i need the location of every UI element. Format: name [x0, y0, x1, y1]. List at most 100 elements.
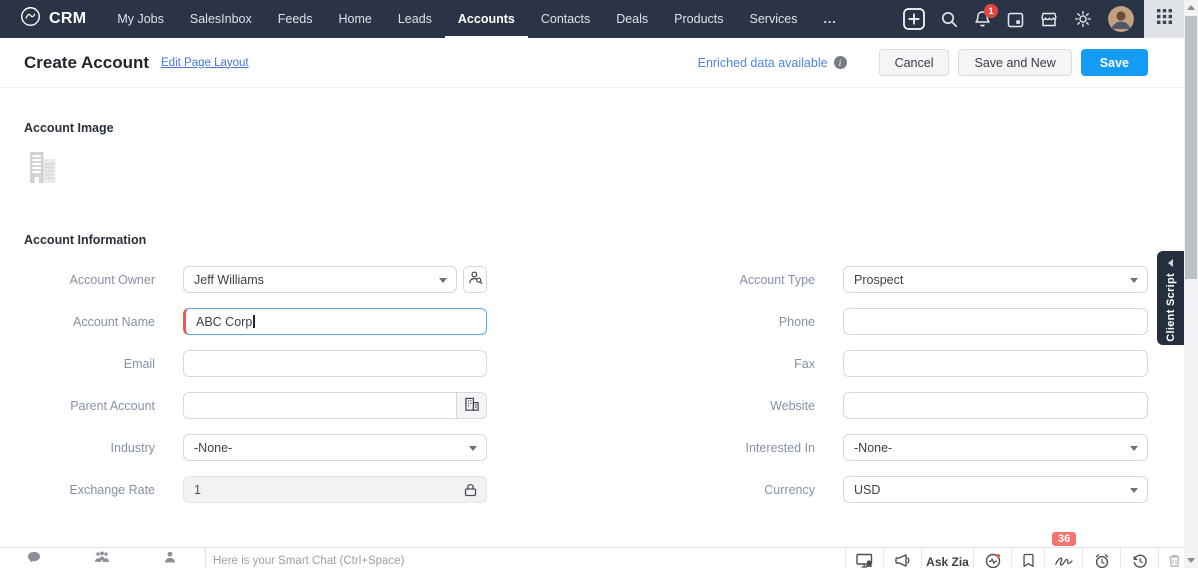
row-industry: Industry -None- [0, 434, 487, 461]
bell-icon[interactable]: 1 [974, 4, 998, 28]
row-interested-in: Interested In -None- [660, 434, 1148, 461]
client-script-tab[interactable]: Client Script [1157, 251, 1184, 345]
calendar-icon[interactable] [1007, 11, 1024, 28]
account-name-input[interactable]: ABC Corp [183, 308, 487, 335]
zoho-one-logo-icon [20, 6, 41, 32]
info-icon: i [833, 56, 847, 69]
section-account-information: Account Information [24, 233, 147, 247]
row-website: Website [660, 392, 1148, 419]
edit-page-layout-link[interactable]: Edit Page Layout [161, 57, 249, 69]
save-button[interactable]: Save [1080, 49, 1148, 76]
nav-item-accounts[interactable]: Accounts [444, 0, 528, 38]
exchange-rate-value: 1 [194, 482, 201, 497]
owner-lookup-button[interactable] [463, 266, 487, 293]
client-script-label: Client Script [1164, 273, 1177, 342]
email-input[interactable] [183, 350, 487, 377]
announcements-button[interactable] [883, 548, 921, 568]
crm-logo[interactable]: CRM [0, 6, 104, 32]
screen-share-button[interactable] [845, 548, 883, 568]
nav-item-services[interactable]: Services [737, 0, 811, 38]
building-placeholder-icon [27, 152, 60, 191]
row-parent-account: Parent Account [0, 392, 487, 419]
enriched-data-label: Enriched data available [697, 55, 828, 70]
chevron-down-icon [1130, 488, 1138, 493]
nav-item-home[interactable]: Home [326, 0, 385, 38]
row-phone: Phone [660, 308, 1148, 335]
interested-in-select[interactable]: -None- [843, 434, 1148, 461]
channels-tab[interactable]: Channels [68, 548, 136, 568]
collapse-arrow-icon [1168, 259, 1173, 267]
phone-input[interactable] [843, 308, 1148, 335]
scroll-up-arrow[interactable] [1187, 5, 1195, 10]
label-email: Email [123, 356, 155, 371]
label-account-type: Account Type [739, 272, 815, 287]
parent-account-lookup-button[interactable] [456, 393, 486, 418]
nav-item-deals[interactable]: Deals [603, 0, 661, 38]
parent-account-input[interactable] [184, 393, 456, 418]
industry-value: -None- [194, 440, 233, 455]
interested-in-value: -None- [854, 440, 893, 455]
chat-bubble-icon [27, 550, 41, 568]
ask-zia-button[interactable]: Ask Zia [921, 548, 973, 568]
section-account-image: Account Image [24, 121, 114, 135]
currency-select[interactable]: USD [843, 476, 1148, 503]
nav-item-leads[interactable]: Leads [385, 0, 445, 38]
industry-select[interactable]: -None- [183, 434, 487, 461]
chevron-down-icon [439, 278, 447, 283]
nav-item-more[interactable]: ... [810, 0, 849, 38]
quick-create-icon[interactable] [903, 8, 925, 30]
apps-grid-button[interactable] [1144, 0, 1184, 38]
chevron-down-icon [469, 446, 477, 451]
header-actions: Enriched data available i Cancel Save an… [698, 49, 1148, 76]
form-content: Account Image Account Information Accoun… [0, 88, 1184, 547]
zia-count-badge: 36 [1052, 532, 1077, 546]
account-type-select[interactable]: Prospect [843, 266, 1148, 293]
exchange-rate-field: 1 [183, 476, 487, 503]
nav-item-products[interactable]: Products [661, 0, 736, 38]
nav-item-feeds[interactable]: Feeds [265, 0, 326, 38]
account-name-value: ABC Corp [196, 314, 253, 329]
smart-chat-input[interactable]: Here is your Smart Chat (Ctrl+Space) [213, 555, 773, 567]
bookmark-icon [1022, 553, 1035, 568]
fax-input[interactable] [843, 350, 1148, 377]
account-image-upload[interactable] [27, 150, 60, 192]
enriched-data-link[interactable]: Enriched data available i [698, 56, 847, 70]
zia-button[interactable] [1044, 548, 1082, 568]
label-exchange-rate: Exchange Rate [69, 482, 155, 497]
contact-icon [164, 550, 176, 568]
lock-icon [464, 483, 477, 500]
website-input[interactable] [843, 392, 1148, 419]
label-account-owner: Account Owner [69, 272, 155, 287]
cancel-button[interactable]: Cancel [878, 49, 950, 76]
user-avatar[interactable] [1108, 6, 1134, 32]
bookmark-button[interactable] [1011, 548, 1044, 568]
row-currency: Currency USD [660, 476, 1148, 503]
zia-signature-icon [1054, 553, 1074, 568]
brand-name: CRM [49, 10, 87, 27]
scroll-down-arrow[interactable] [1187, 558, 1195, 563]
chats-tab[interactable]: Chats [0, 548, 68, 568]
row-fax: Fax [660, 350, 1148, 377]
zia-insights-button[interactable] [973, 548, 1011, 568]
org-lookup-icon [464, 397, 480, 415]
history-icon [1132, 553, 1148, 568]
save-and-new-button[interactable]: Save and New [958, 49, 1072, 76]
label-industry: Industry [110, 440, 155, 455]
search-icon[interactable] [941, 11, 958, 28]
nav-item-my-jobs[interactable]: My Jobs [104, 0, 177, 38]
trash-icon [1167, 553, 1182, 568]
nav-right-icons: 1 [903, 4, 1144, 32]
nav-menu: My Jobs SalesInbox Feeds Home Leads Acco… [104, 0, 850, 38]
gear-icon[interactable] [1074, 10, 1092, 28]
apps-grid-icon [1156, 9, 1172, 29]
reminders-button[interactable] [1082, 548, 1120, 568]
marketplace-icon[interactable] [1040, 11, 1058, 28]
nav-item-salesinbox[interactable]: SalesInbox [177, 0, 265, 38]
nav-item-contacts[interactable]: Contacts [528, 0, 603, 38]
account-owner-select[interactable]: Jeff Williams [183, 266, 457, 293]
scrollbar-thumb[interactable] [1185, 16, 1197, 279]
history-button[interactable] [1120, 548, 1158, 568]
notification-badge: 1 [984, 4, 998, 18]
currency-value: USD [854, 482, 881, 497]
contacts-tab[interactable]: Contacts [136, 548, 204, 568]
